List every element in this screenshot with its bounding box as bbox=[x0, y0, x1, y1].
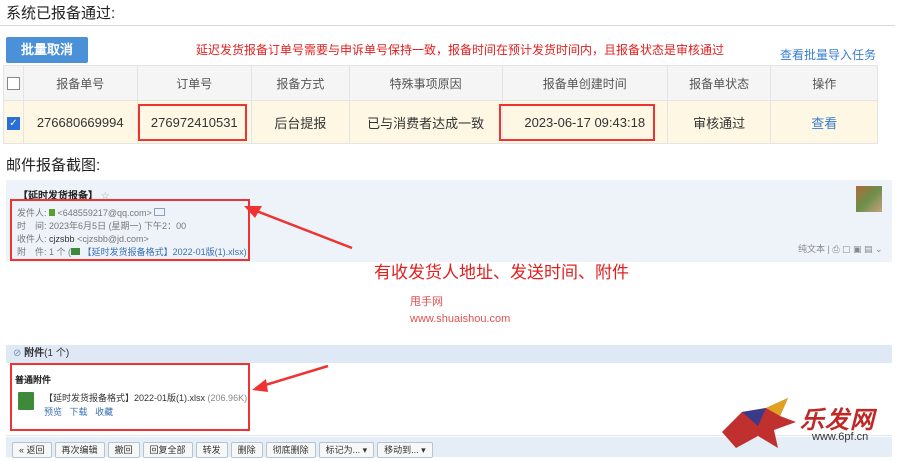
annotation-arrow-1 bbox=[244, 206, 353, 250]
header-action: 操作 bbox=[770, 65, 878, 101]
delete-permanently-button[interactable]: 彻底删除 bbox=[265, 442, 316, 458]
table-row: ✓ 276680669994 276972410531 后台提报 已与消费者达成… bbox=[3, 100, 878, 144]
cell-report-no: 276680669994 bbox=[22, 100, 138, 144]
highlight-attachment bbox=[10, 363, 250, 431]
watermark-name: 甩手网 bbox=[410, 296, 443, 308]
highlight-created-time bbox=[499, 104, 655, 141]
logo-url: www.6pf.cn bbox=[812, 431, 869, 443]
annotation-arrow-2 bbox=[252, 364, 329, 392]
divider bbox=[0, 25, 895, 26]
mail-view-tools[interactable]: 纯文本 | ⎙ ▢ ▣ ▤ ⌄ bbox=[798, 242, 883, 255]
section-title-approved: 系统已报备通过: bbox=[6, 5, 116, 22]
header-checkbox-cell bbox=[3, 65, 24, 101]
highlight-mail-info bbox=[10, 199, 250, 261]
header-order-no: 订单号 bbox=[136, 65, 253, 101]
logo-text: 乐发网 bbox=[800, 407, 875, 434]
header-reason: 特殊事项原因 bbox=[348, 65, 503, 101]
annotation-text: 有收发货人地址、发送时间、附件 bbox=[374, 263, 629, 282]
section-title-mail: 邮件报备截图: bbox=[6, 157, 101, 174]
table-header-row: 报备单号 订单号 报备方式 特殊事项原因 报备单创建时间 报备单状态 操作 bbox=[3, 65, 878, 101]
cell-method: 后台提报 bbox=[251, 100, 350, 144]
row-checkbox-checked[interactable]: ✓ bbox=[6, 116, 20, 130]
select-all-checkbox[interactable] bbox=[6, 77, 20, 91]
header-report-no: 报备单号 bbox=[22, 65, 138, 101]
view-link[interactable]: 查看 bbox=[770, 100, 878, 144]
header-status: 报备单状态 bbox=[666, 65, 772, 101]
report-table: 报备单号 订单号 报备方式 特殊事项原因 报备单创建时间 报备单状态 操作 ✓ … bbox=[3, 65, 878, 144]
attachment-header: ⊘ 附件(1 个) bbox=[6, 345, 892, 363]
cell-reason: 已与消费者达成一致 bbox=[348, 100, 503, 144]
header-method: 报备方式 bbox=[251, 65, 350, 101]
edit-again-button[interactable]: 再次编辑 bbox=[54, 442, 105, 458]
logo-animal-icon bbox=[722, 398, 796, 448]
header-created: 报备单创建时间 bbox=[501, 65, 668, 101]
highlight-order-no bbox=[138, 104, 247, 141]
delete-button[interactable]: 删除 bbox=[230, 442, 263, 458]
avatar[interactable] bbox=[856, 186, 882, 212]
recall-button[interactable]: 撤回 bbox=[107, 442, 140, 458]
paperclip-icon: ⊘ bbox=[13, 348, 22, 359]
watermark-url: www.shuaishou.com bbox=[410, 313, 511, 325]
batch-cancel-button[interactable]: 批量取消 bbox=[6, 37, 88, 63]
mark-as-dropdown[interactable]: 标记为... ▾ bbox=[318, 442, 375, 458]
notice-text: 延迟发货报备订单号需要与申诉单号保持一致，报备时间在预计发货时间内，且报备状态是… bbox=[196, 43, 725, 57]
reply-all-button[interactable]: 回复全部 bbox=[142, 442, 193, 458]
forward-button[interactable]: 转发 bbox=[195, 442, 228, 458]
row-checkbox-cell: ✓ bbox=[3, 100, 24, 144]
cell-status: 审核通过 bbox=[666, 100, 772, 144]
back-button[interactable]: « 返回 bbox=[12, 442, 52, 458]
batch-import-link[interactable]: 查看批量导入任务 bbox=[780, 46, 876, 63]
move-to-dropdown[interactable]: 移动到... ▾ bbox=[377, 442, 433, 458]
